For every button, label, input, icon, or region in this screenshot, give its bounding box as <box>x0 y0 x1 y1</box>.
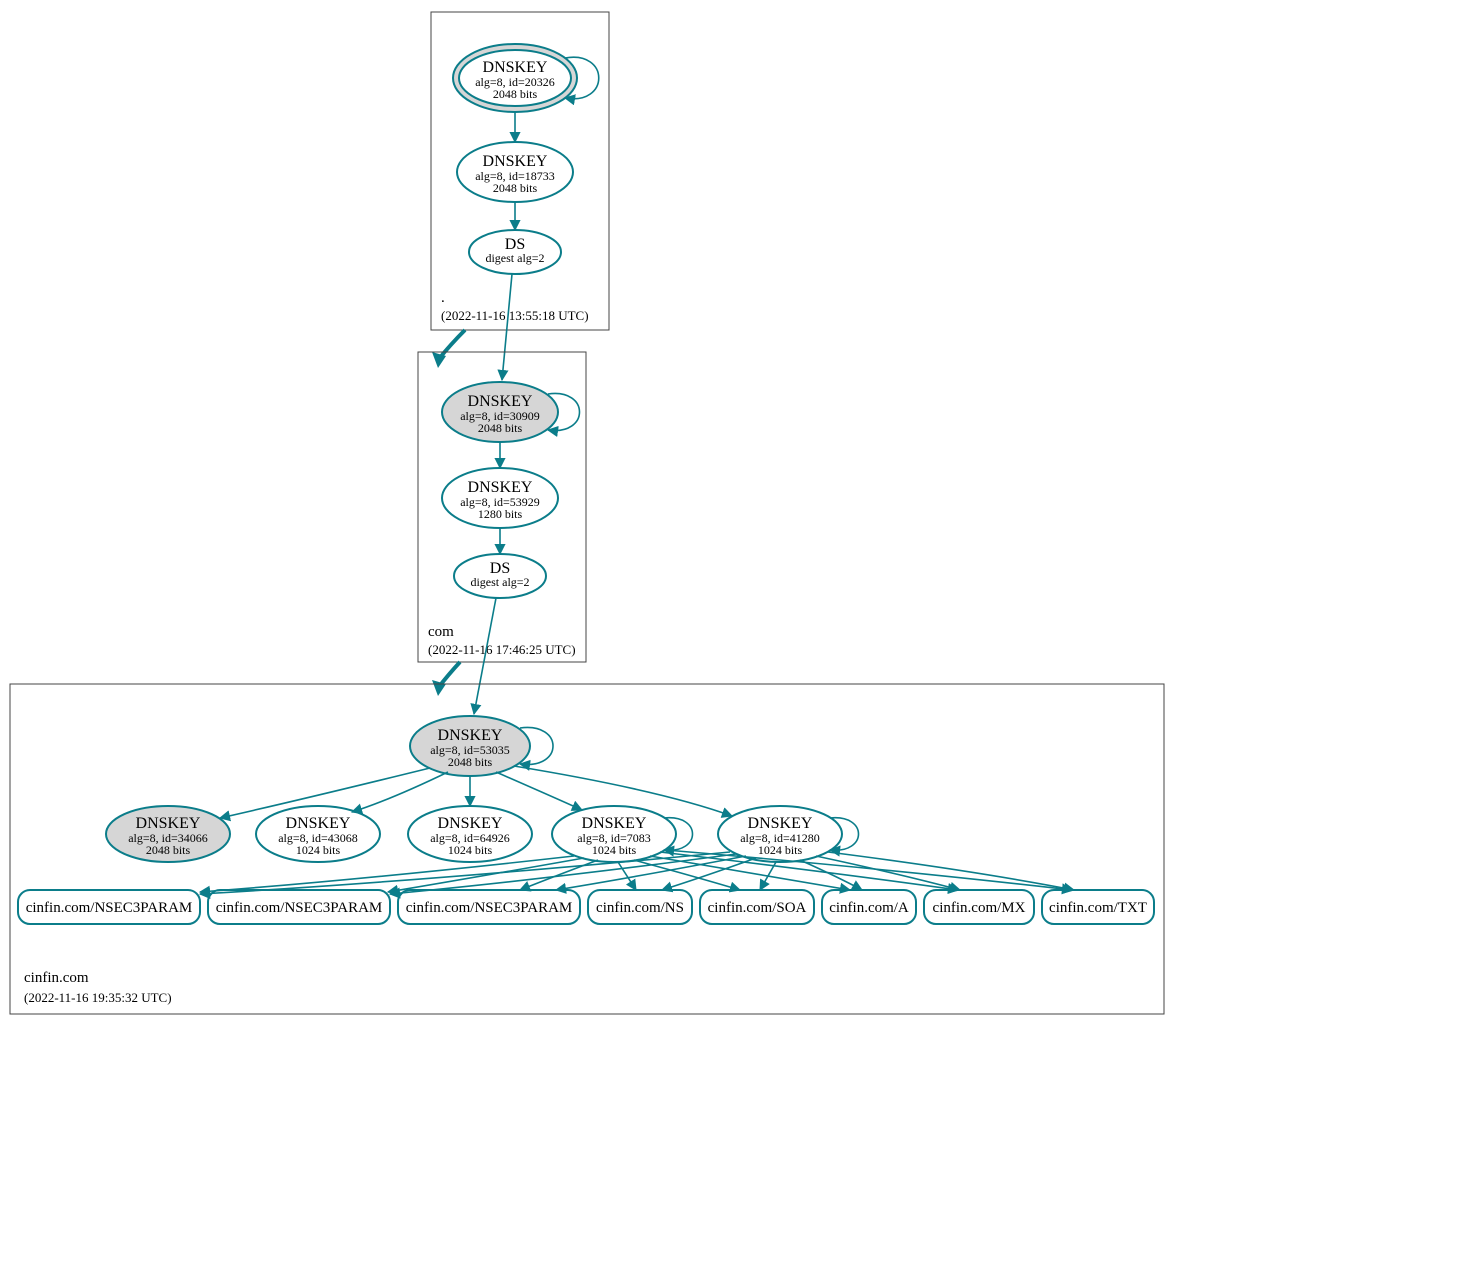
rr-r3: cinfin.com/NSEC3PARAM <box>398 890 580 924</box>
rr-r5: cinfin.com/SOA <box>700 890 814 924</box>
node-leaf-k4: DNSKEY alg=8, id=7083 1024 bits <box>552 806 676 862</box>
dnssec-graph: . (2022-11-16 13:55:18 UTC) DNSKEY alg=8… <box>0 0 1469 1278</box>
node-leaf-k2: DNSKEY alg=8, id=43068 1024 bits <box>256 806 380 862</box>
svg-text:DNSKEY: DNSKEY <box>438 815 503 832</box>
svg-text:DNSKEY: DNSKEY <box>468 479 533 496</box>
zone-leaf: cinfin.com (2022-11-16 19:35:32 UTC) DNS… <box>10 684 1164 1014</box>
zone-root-timestamp: (2022-11-16 13:55:18 UTC) <box>441 308 589 323</box>
edge-k5-r5 <box>760 862 776 890</box>
svg-text:DNSKEY: DNSKEY <box>438 727 503 744</box>
svg-text:DNSKEY: DNSKEY <box>748 815 813 832</box>
rr-r4: cinfin.com/NS <box>588 890 692 924</box>
zone-leaf-label: cinfin.com <box>24 970 89 986</box>
svg-text:DNSKEY: DNSKEY <box>468 393 533 410</box>
svg-text:DNSKEY: DNSKEY <box>136 815 201 832</box>
svg-text:1024 bits: 1024 bits <box>448 843 493 857</box>
node-com-ds: DS digest alg=2 <box>454 554 546 598</box>
svg-text:2048 bits: 2048 bits <box>493 87 538 101</box>
svg-text:1280 bits: 1280 bits <box>478 507 523 521</box>
svg-text:DNSKEY: DNSKEY <box>483 59 548 76</box>
svg-text:digest alg=2: digest alg=2 <box>470 575 529 589</box>
svg-text:DNSKEY: DNSKEY <box>483 153 548 170</box>
rr-r8: cinfin.com/TXT <box>1042 890 1154 924</box>
edge-ksk-k2 <box>352 772 448 812</box>
svg-text:cinfin.com/NSEC3PARAM: cinfin.com/NSEC3PARAM <box>406 900 573 916</box>
node-root-ksk: DNSKEY alg=8, id=20326 2048 bits <box>453 44 577 112</box>
svg-text:1024 bits: 1024 bits <box>758 843 803 857</box>
node-leaf-ksk: DNSKEY alg=8, id=53035 2048 bits <box>410 716 530 776</box>
node-root-ds: DS digest alg=2 <box>469 230 561 274</box>
node-root-zsk: DNSKEY alg=8, id=18733 2048 bits <box>457 142 573 202</box>
svg-text:cinfin.com/NSEC3PARAM: cinfin.com/NSEC3PARAM <box>216 900 383 916</box>
svg-text:1024 bits: 1024 bits <box>592 843 637 857</box>
svg-text:DNSKEY: DNSKEY <box>582 815 647 832</box>
svg-text:cinfin.com/NSEC3PARAM: cinfin.com/NSEC3PARAM <box>26 900 193 916</box>
svg-text:cinfin.com/TXT: cinfin.com/TXT <box>1049 900 1147 916</box>
node-com-ksk: DNSKEY alg=8, id=30909 2048 bits <box>442 382 558 442</box>
edge-k5-r7 <box>816 856 960 890</box>
edge-root-ds-com-ksk <box>502 274 512 380</box>
zone-root-label: . <box>441 290 445 306</box>
zone-com-timestamp: (2022-11-16 17:46:25 UTC) <box>428 642 576 657</box>
edge-k4-r1 <box>200 856 574 892</box>
svg-text:cinfin.com/SOA: cinfin.com/SOA <box>708 900 807 916</box>
edge-k5-r8 <box>828 852 1074 890</box>
svg-text:2048 bits: 2048 bits <box>478 421 523 435</box>
rr-r7: cinfin.com/MX <box>924 890 1034 924</box>
node-leaf-k5: DNSKEY alg=8, id=41280 1024 bits <box>718 806 842 862</box>
rr-r1: cinfin.com/NSEC3PARAM <box>18 890 200 924</box>
node-leaf-k1: DNSKEY alg=8, id=34066 2048 bits <box>106 806 230 862</box>
zone-root: . (2022-11-16 13:55:18 UTC) DNSKEY alg=8… <box>431 12 609 330</box>
edge-k4-r2 <box>388 858 584 892</box>
svg-text:digest alg=2: digest alg=2 <box>485 251 544 265</box>
node-com-zsk: DNSKEY alg=8, id=53929 1280 bits <box>442 468 558 528</box>
svg-text:2048 bits: 2048 bits <box>146 843 191 857</box>
edge-delegation-com-leaf <box>432 662 460 696</box>
rr-r2: cinfin.com/NSEC3PARAM <box>208 890 390 924</box>
svg-text:2048 bits: 2048 bits <box>493 181 538 195</box>
edge-delegation-root-com <box>432 330 465 368</box>
zone-com-label: com <box>428 624 454 640</box>
svg-text:DNSKEY: DNSKEY <box>286 815 351 832</box>
svg-text:2048 bits: 2048 bits <box>448 755 493 769</box>
rr-r6: cinfin.com/A <box>822 890 916 924</box>
node-leaf-k3: DNSKEY alg=8, id=64926 1024 bits <box>408 806 532 862</box>
svg-text:cinfin.com/NS: cinfin.com/NS <box>596 900 684 916</box>
zone-leaf-timestamp: (2022-11-16 19:35:32 UTC) <box>24 990 172 1005</box>
zone-com: com (2022-11-16 17:46:25 UTC) DNSKEY alg… <box>418 352 586 662</box>
svg-text:1024 bits: 1024 bits <box>296 843 341 857</box>
svg-text:cinfin.com/MX: cinfin.com/MX <box>933 900 1026 916</box>
svg-text:cinfin.com/A: cinfin.com/A <box>829 900 909 916</box>
edge-ksk-k4 <box>496 772 582 810</box>
